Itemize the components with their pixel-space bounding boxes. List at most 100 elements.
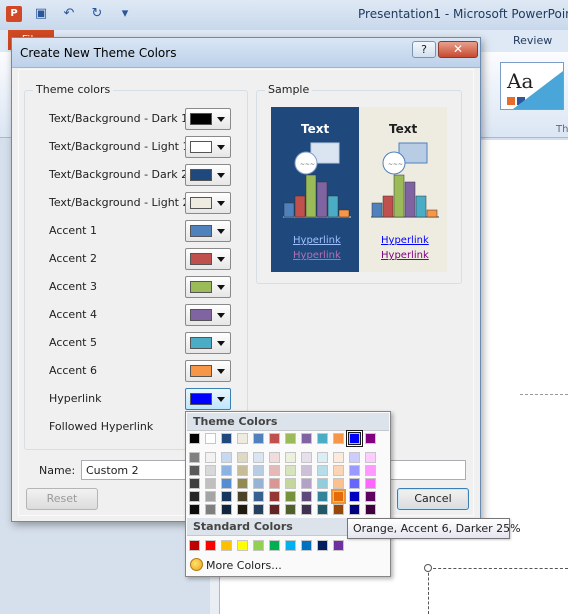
color-cell[interactable] bbox=[221, 491, 232, 502]
color-picker-button[interactable] bbox=[185, 192, 231, 214]
color-cell[interactable] bbox=[269, 491, 280, 502]
close-button[interactable]: ✕ bbox=[438, 41, 478, 58]
color-cell[interactable] bbox=[269, 465, 280, 476]
undo-icon[interactable]: ↶ bbox=[60, 6, 78, 21]
color-cell[interactable] bbox=[301, 465, 312, 476]
customize-qat-icon[interactable]: ▾ bbox=[116, 6, 134, 21]
color-cell[interactable] bbox=[237, 491, 248, 502]
color-cell[interactable] bbox=[237, 465, 248, 476]
color-cell[interactable] bbox=[189, 433, 200, 444]
color-cell[interactable] bbox=[205, 491, 216, 502]
color-picker-button[interactable] bbox=[185, 164, 231, 186]
color-cell[interactable] bbox=[189, 491, 200, 502]
color-cell[interactable] bbox=[301, 452, 312, 463]
color-cell[interactable] bbox=[285, 491, 296, 502]
color-cell[interactable] bbox=[333, 504, 344, 515]
color-cell[interactable] bbox=[333, 540, 344, 551]
color-cell[interactable] bbox=[317, 478, 328, 489]
color-cell[interactable] bbox=[317, 433, 328, 444]
redo-icon[interactable]: ↻ bbox=[88, 6, 106, 21]
color-cell[interactable] bbox=[269, 540, 280, 551]
color-cell[interactable] bbox=[205, 504, 216, 515]
color-cell[interactable] bbox=[285, 504, 296, 515]
color-cell[interactable] bbox=[348, 432, 361, 445]
color-cell[interactable] bbox=[333, 465, 344, 476]
color-picker-button[interactable] bbox=[185, 220, 231, 242]
tab-review[interactable]: Review bbox=[513, 34, 552, 47]
color-cell[interactable] bbox=[237, 433, 248, 444]
name-input-extension[interactable] bbox=[378, 460, 466, 480]
color-picker-button[interactable] bbox=[185, 388, 231, 410]
color-cell[interactable] bbox=[301, 478, 312, 489]
color-cell[interactable] bbox=[189, 465, 200, 476]
color-picker-button[interactable] bbox=[185, 136, 231, 158]
color-cell[interactable] bbox=[333, 433, 344, 444]
color-cell[interactable] bbox=[221, 478, 232, 489]
color-cell[interactable] bbox=[349, 504, 360, 515]
color-cell[interactable] bbox=[285, 433, 296, 444]
color-cell[interactable] bbox=[349, 465, 360, 476]
color-cell[interactable] bbox=[189, 452, 200, 463]
color-cell[interactable] bbox=[253, 504, 264, 515]
more-colors-button[interactable]: More Colors... bbox=[190, 558, 282, 572]
color-cell[interactable] bbox=[365, 491, 376, 502]
color-cell[interactable] bbox=[269, 504, 280, 515]
color-cell[interactable] bbox=[333, 478, 344, 489]
color-cell[interactable] bbox=[301, 433, 312, 444]
color-cell[interactable] bbox=[301, 491, 312, 502]
color-cell[interactable] bbox=[205, 465, 216, 476]
color-cell[interactable] bbox=[269, 452, 280, 463]
resize-handle[interactable] bbox=[424, 564, 432, 572]
color-cell[interactable] bbox=[253, 491, 264, 502]
color-cell[interactable] bbox=[189, 540, 200, 551]
color-cell[interactable] bbox=[253, 452, 264, 463]
cancel-button[interactable]: Cancel bbox=[397, 488, 469, 510]
color-cell[interactable] bbox=[349, 452, 360, 463]
color-cell[interactable] bbox=[349, 478, 360, 489]
color-cell[interactable] bbox=[237, 478, 248, 489]
color-picker-button[interactable] bbox=[185, 304, 231, 326]
color-picker-button[interactable] bbox=[185, 248, 231, 270]
help-button[interactable]: ? bbox=[412, 41, 436, 58]
color-cell[interactable] bbox=[365, 465, 376, 476]
color-cell[interactable] bbox=[285, 452, 296, 463]
color-cell[interactable] bbox=[205, 478, 216, 489]
color-cell[interactable] bbox=[317, 504, 328, 515]
color-cell[interactable] bbox=[301, 504, 312, 515]
color-cell[interactable] bbox=[253, 478, 264, 489]
color-picker-button[interactable] bbox=[185, 360, 231, 382]
color-cell[interactable] bbox=[269, 478, 280, 489]
slide-placeholder[interactable] bbox=[428, 568, 568, 614]
color-cell[interactable] bbox=[237, 452, 248, 463]
color-cell[interactable] bbox=[237, 540, 248, 551]
color-cell[interactable] bbox=[365, 433, 376, 444]
color-cell[interactable] bbox=[205, 540, 216, 551]
color-cell[interactable] bbox=[365, 478, 376, 489]
color-picker-button[interactable] bbox=[185, 276, 231, 298]
color-cell[interactable] bbox=[285, 540, 296, 551]
color-cell[interactable] bbox=[285, 478, 296, 489]
name-input[interactable] bbox=[81, 460, 191, 480]
color-cell[interactable] bbox=[221, 452, 232, 463]
color-cell[interactable] bbox=[205, 433, 216, 444]
save-icon[interactable]: ▣ bbox=[32, 6, 50, 21]
color-cell[interactable] bbox=[333, 452, 344, 463]
color-cell[interactable] bbox=[221, 465, 232, 476]
color-cell[interactable] bbox=[205, 452, 216, 463]
color-picker-button[interactable] bbox=[185, 108, 231, 130]
color-cell[interactable] bbox=[237, 504, 248, 515]
reset-button[interactable]: Reset bbox=[26, 488, 98, 510]
color-cell[interactable] bbox=[365, 452, 376, 463]
color-cell[interactable] bbox=[221, 540, 232, 551]
color-picker-button[interactable] bbox=[185, 332, 231, 354]
powerpoint-icon[interactable]: P bbox=[6, 6, 22, 22]
theme-thumbnail[interactable]: Aa bbox=[500, 62, 564, 110]
color-cell[interactable] bbox=[301, 540, 312, 551]
color-cell[interactable] bbox=[189, 478, 200, 489]
color-cell[interactable] bbox=[317, 491, 328, 502]
color-cell[interactable] bbox=[221, 504, 232, 515]
color-cell[interactable] bbox=[189, 504, 200, 515]
color-cell[interactable] bbox=[317, 452, 328, 463]
color-cell[interactable] bbox=[269, 433, 280, 444]
color-cell[interactable] bbox=[365, 504, 376, 515]
